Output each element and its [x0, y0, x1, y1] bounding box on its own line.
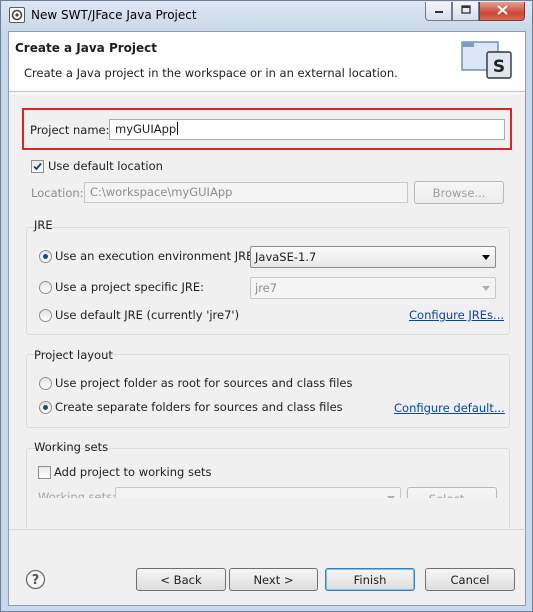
layout-root-folder-label: Use project folder as root for sources a…: [55, 376, 353, 390]
banner-title: Create a Java Project: [15, 41, 158, 55]
layout-root-folder-radio[interactable]: [39, 377, 52, 390]
project-name-input[interactable]: myGUIApp: [109, 119, 505, 140]
cancel-button[interactable]: Cancel: [425, 568, 515, 591]
close-button[interactable]: [479, 2, 525, 21]
configure-default-link[interactable]: Configure default...: [394, 401, 505, 415]
jre-default-radio[interactable]: [39, 309, 52, 322]
project-name-value: myGUIApp: [115, 122, 177, 136]
chevron-down-icon: [387, 496, 395, 498]
project-specific-jre-select[interactable]: jre7: [250, 277, 496, 299]
browse-button[interactable]: Browse...: [414, 181, 504, 204]
layout-separate-folders-radio[interactable]: [39, 401, 52, 414]
jre-execution-env-label: Use an execution environment JRE:: [55, 249, 258, 263]
chevron-down-icon: [482, 255, 490, 260]
footer-separator: [9, 529, 525, 530]
execution-env-value: JavaSE-1.7: [255, 250, 317, 264]
use-default-location-label: Use default location: [48, 159, 163, 173]
project-specific-jre-value: jre7: [255, 281, 278, 295]
add-to-working-sets-label: Add project to working sets: [54, 465, 212, 479]
window-icon: [9, 7, 25, 23]
window-title: New SWT/JFace Java Project: [31, 8, 197, 22]
checkmark-icon: [33, 162, 42, 171]
location-label: Location:: [31, 186, 84, 200]
project-name-label: Project name:: [30, 123, 110, 137]
jre-execution-env-radio[interactable]: [39, 250, 52, 263]
finish-button[interactable]: Finish: [325, 568, 415, 591]
dialog-window: New SWT/JFace Java Project Create a Java…: [0, 0, 533, 612]
close-icon: [496, 4, 508, 18]
add-to-working-sets-checkbox[interactable]: [38, 466, 51, 479]
back-button[interactable]: < Back: [136, 568, 226, 591]
text-caret: [177, 122, 179, 135]
working-sets-clipped-row: Working sets: Select...: [29, 482, 507, 498]
banner-divider: [9, 93, 525, 94]
configure-jres-link[interactable]: Configure JREs...: [409, 308, 504, 322]
project-layout-group: [26, 354, 510, 428]
maximize-button[interactable]: [452, 2, 479, 21]
jre-group-title: JRE: [34, 218, 53, 232]
jre-project-specific-label: Use a project specific JRE:: [55, 280, 205, 294]
java-project-icon: S: [459, 38, 515, 85]
wizard-banner: Create a Java Project Create a Java proj…: [9, 32, 525, 92]
working-sets-group-title: Working sets: [34, 440, 109, 454]
chevron-down-icon: [482, 286, 490, 291]
svg-text:S: S: [493, 57, 505, 77]
svg-text:?: ?: [32, 573, 40, 588]
layout-separate-folders-label: Create separate folders for sources and …: [55, 400, 343, 414]
working-sets-label: Working sets:: [38, 490, 117, 498]
location-input[interactable]: C:\workspace\myGUIApp: [84, 182, 408, 203]
use-default-location-checkbox[interactable]: [31, 160, 44, 173]
working-sets-select[interactable]: [115, 487, 401, 498]
dialog-client-area: Create a Java Project Create a Java proj…: [8, 31, 526, 606]
jre-project-specific-radio[interactable]: [39, 281, 52, 294]
minimize-button[interactable]: [425, 2, 452, 21]
execution-env-select[interactable]: JavaSE-1.7: [250, 246, 496, 268]
maximize-icon: [460, 4, 471, 18]
jre-default-label: Use default JRE (currently 'jre7'): [55, 308, 240, 322]
banner-description: Create a Java project in the workspace o…: [24, 66, 398, 80]
select-working-sets-button[interactable]: Select...: [407, 487, 497, 498]
next-button[interactable]: Next >: [229, 568, 318, 591]
minimize-icon: [434, 4, 444, 18]
project-layout-group-title: Project layout: [34, 348, 113, 362]
help-icon[interactable]: ?: [25, 569, 46, 593]
title-bar[interactable]: New SWT/JFace Java Project: [1, 1, 532, 31]
